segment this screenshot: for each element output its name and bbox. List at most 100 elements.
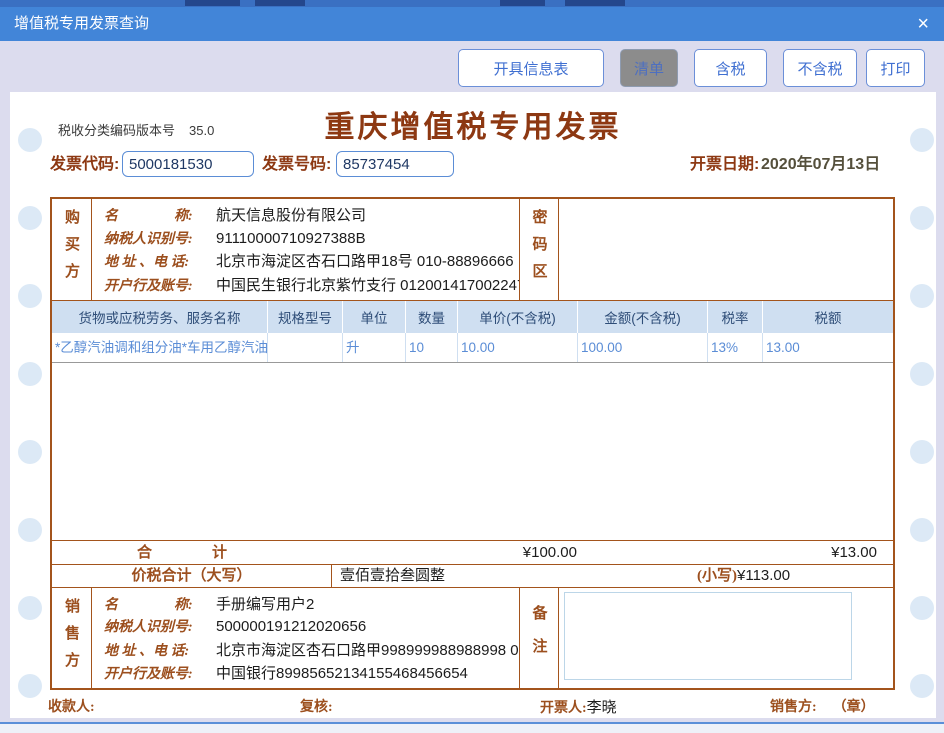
tax-included-button[interactable]: 含税	[694, 49, 767, 87]
seller-bank-row: 开户行及账号:中国银行89985652134155468456654	[104, 662, 519, 683]
item-quantity: 10	[405, 333, 457, 362]
header-tax-amount: 税额	[762, 301, 893, 333]
buyer-name-row: 名 称:航天信息股份有限公司	[104, 204, 519, 225]
password-area-box	[559, 199, 862, 300]
grand-total-amount: ¥113.00	[737, 567, 790, 584]
header-amount: 金额(不含税)	[577, 301, 707, 333]
issue-info-form-button[interactable]: 开具信息表	[458, 49, 604, 87]
dialog-titlebar: 增值税专用发票查询 ×	[0, 7, 944, 41]
buyer-taxid-value: 91110000710927388B	[216, 230, 366, 247]
invoice-title: 重庆增值税专用发票	[10, 102, 936, 146]
invoice-number-input[interactable]	[336, 151, 454, 177]
remark-cell: 备注	[519, 588, 559, 688]
print-button[interactable]: 打印	[866, 49, 925, 87]
buyer-taxid-label: 纳税人识别号:	[104, 228, 216, 248]
buyer-side-cell: 购买方	[52, 199, 92, 300]
seller-section: 销售方 名 称:手册编写用户2 纳税人识别号:50000019121202065…	[52, 588, 893, 688]
seller-address-value: 北京市海淀区杏石口路甲998999988988998 010-8	[216, 642, 519, 659]
dialog-title: 增值税专用发票查询	[14, 7, 149, 41]
invoice-code-input[interactable]	[122, 151, 254, 177]
item-spec	[267, 333, 342, 362]
remark-label: 备注	[529, 605, 550, 671]
seller-bank-value: 中国银行89985652134155468456654	[216, 665, 468, 682]
decorative-dot	[910, 362, 934, 386]
invoice-paper: 税收分类编码版本号35.0 重庆增值税专用发票 发票代码: 发票号码: 开票日期…	[10, 92, 936, 718]
buyer-bank-row: 开户行及账号:中国民生银行北京紫竹支行 0120014170022475	[104, 274, 519, 295]
seller-side-cell: 销售方	[52, 588, 92, 688]
buyer-info: 名 称:航天信息股份有限公司 纳税人识别号:91110000710927388B…	[92, 199, 519, 300]
seller-stamp-value: （章）	[833, 700, 875, 715]
invoice-code-label: 发票代码:	[50, 150, 119, 180]
password-area-cell: 密码区	[519, 199, 559, 300]
remark-box[interactable]	[564, 592, 852, 680]
header-unit-price: 单价(不含税)	[457, 301, 577, 333]
seller-taxid-row: 纳税人识别号:500000191212020656	[104, 616, 519, 636]
item-tax-rate: 13%	[707, 333, 762, 362]
header-tax-rate: 税率	[707, 301, 762, 333]
decorative-dot	[910, 518, 934, 542]
item-amount: 100.00	[577, 333, 707, 362]
background-window-artifact	[500, 0, 545, 6]
header-spec: 规格型号	[267, 301, 342, 333]
seller-stamp-field: 销售方: （章）	[770, 698, 875, 718]
header-goods-name: 货物或应税劳务、服务名称	[52, 301, 267, 333]
header-unit: 单位	[342, 301, 405, 333]
seller-name-value: 手册编写用户2	[216, 596, 314, 613]
invoice-code-row: 发票代码: 发票号码: 开票日期: 2020年07月13日	[10, 150, 936, 180]
invoice-number-label: 发票号码:	[262, 150, 331, 180]
grand-total-row: 价税合计（大写） 壹佰壹拾叁圆整 (小写)¥113.00	[52, 564, 893, 588]
buyer-side-label: 购买方	[61, 209, 82, 290]
buyer-bank-label: 开户行及账号:	[104, 275, 216, 295]
seller-address-row: 地 址 、电 话:北京市海淀区杏石口路甲998999988988998 010-…	[104, 639, 519, 660]
item-goods-name: *乙醇汽油调和组分油*车用乙醇汽油调	[52, 333, 267, 362]
decorative-dot	[910, 674, 934, 698]
decorative-dot	[910, 440, 934, 464]
decorative-dot	[18, 284, 42, 308]
totals-amount: ¥100.00	[457, 541, 577, 565]
header-quantity: 数量	[405, 301, 457, 333]
buyer-taxid-row: 纳税人识别号:91110000710927388B	[104, 228, 519, 248]
seller-address-label: 地 址 、电 话:	[104, 640, 216, 660]
seller-taxid-value: 500000191212020656	[216, 618, 366, 635]
item-tax-amount: 13.00	[762, 333, 893, 362]
invoice-body-table: 购买方 名 称:航天信息股份有限公司 纳税人识别号:91110000710927…	[50, 197, 895, 690]
buyer-address-value: 北京市海淀区杏石口路甲18号 010-88896666	[216, 253, 514, 270]
seller-name-label: 名 称:	[104, 594, 216, 614]
grand-total-label: 价税合计（大写）	[52, 565, 332, 587]
totals-tax: ¥13.00	[752, 541, 877, 565]
decorative-dot	[18, 362, 42, 386]
grand-total-small-label: (小写)	[697, 568, 737, 584]
grand-total-words: 壹佰壹拾叁圆整	[340, 565, 445, 587]
dialog-bottom-edge	[0, 724, 944, 733]
item-unit: 升	[342, 333, 405, 362]
tax-excluded-button[interactable]: 不含税	[783, 49, 857, 87]
totals-label: 合 计	[92, 541, 272, 565]
decorative-dot	[910, 596, 934, 620]
decorative-dot	[18, 206, 42, 230]
totals-row: 合 计 ¥100.00 ¥13.00	[52, 540, 893, 564]
seller-taxid-label: 纳税人识别号:	[104, 616, 216, 636]
drawer-field: 开票人:李晓	[540, 698, 617, 719]
reviewer-label: 复核:	[300, 698, 333, 718]
invoice-date-label: 开票日期:	[690, 150, 759, 180]
signature-row: 收款人: 复核: 开票人:李晓 销售方: （章）	[10, 698, 936, 718]
detail-list-button: 清单	[620, 49, 678, 87]
seller-side-label: 销售方	[61, 598, 82, 679]
decorative-dot	[18, 518, 42, 542]
invoice-date-value: 2020年07月13日	[761, 150, 880, 180]
decorative-dot	[18, 674, 42, 698]
close-icon[interactable]: ×	[917, 7, 929, 41]
background-window-strip	[0, 0, 944, 7]
drawer-label: 开票人:	[540, 701, 587, 716]
seller-bank-label: 开户行及账号:	[104, 663, 216, 683]
decorative-dot	[910, 206, 934, 230]
background-window-artifact	[185, 0, 240, 6]
payee-label: 收款人:	[48, 698, 95, 718]
background-window-artifact	[565, 0, 625, 6]
buyer-name-label: 名 称:	[104, 205, 216, 225]
item-row[interactable]: *乙醇汽油调和组分油*车用乙醇汽油调 升 10 10.00 100.00 13%…	[52, 333, 893, 363]
drawer-value: 李晓	[587, 699, 617, 716]
seller-stamp-label: 销售方:	[770, 700, 817, 715]
decorative-dot	[18, 440, 42, 464]
buyer-address-label: 地 址 、电 话:	[104, 251, 216, 271]
